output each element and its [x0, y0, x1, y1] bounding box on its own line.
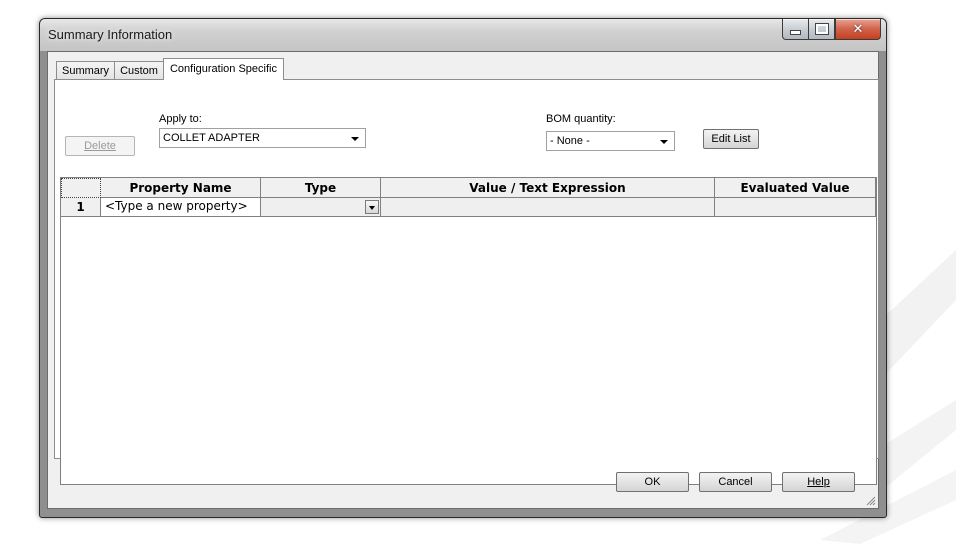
tab-custom[interactable]: Custom — [114, 61, 164, 80]
chevron-down-icon — [660, 140, 668, 144]
property-name-cell[interactable]: <Type a new property> — [101, 198, 261, 217]
cancel-button[interactable]: Cancel — [699, 472, 772, 492]
column-header-type[interactable]: Type — [261, 178, 381, 198]
minimize-button[interactable] — [782, 19, 808, 40]
ok-button-label: OK — [644, 476, 661, 488]
resize-grip-icon[interactable] — [864, 494, 876, 506]
edit-list-button[interactable]: Edit List — [703, 129, 759, 149]
evaluated-value-cell — [715, 198, 876, 217]
type-dropdown-arrow-icon[interactable] — [365, 200, 379, 214]
type-cell[interactable] — [261, 198, 381, 217]
properties-grid: Property Name Type Value / Text Expressi… — [60, 177, 877, 485]
help-button-label: Help — [807, 476, 830, 488]
title-bar[interactable]: Summary Information ✕ — [40, 19, 886, 51]
column-header-property-name[interactable]: Property Name — [101, 178, 261, 198]
bom-quantity-label: BOM quantity: — [546, 113, 616, 125]
grid-corner-cell[interactable] — [61, 178, 101, 198]
tab-configuration-specific[interactable]: Configuration Specific — [162, 58, 284, 80]
summary-information-dialog: Summary Information ✕ Summary Custom Con… — [39, 18, 887, 518]
configuration-specific-panel: Delete Apply to: COLLET ADAPTER BOM quan… — [54, 79, 879, 485]
maximize-button[interactable] — [808, 19, 835, 40]
apply-to-label: Apply to: — [159, 113, 202, 125]
tab-strip: Summary Custom Configuration Specific — [56, 58, 284, 80]
close-button[interactable]: ✕ — [835, 19, 881, 40]
window-title: Summary Information — [48, 27, 173, 42]
row-number[interactable]: 1 — [61, 198, 101, 217]
caption-buttons: ✕ — [782, 19, 881, 40]
bom-quantity-value: - None - — [550, 135, 590, 147]
column-header-evaluated-value[interactable]: Evaluated Value — [715, 178, 876, 198]
dialog-client-area: Summary Custom Configuration Specific De… — [47, 51, 879, 509]
value-text-expression-cell[interactable] — [381, 198, 715, 217]
tab-summary[interactable]: Summary — [56, 61, 116, 80]
chevron-down-icon — [351, 137, 359, 141]
edit-list-button-label: Edit List — [711, 133, 751, 145]
delete-button-label: Delete — [84, 140, 116, 152]
maximize-icon — [814, 23, 829, 35]
close-icon: ✕ — [852, 21, 864, 37]
apply-to-value: COLLET ADAPTER — [163, 132, 260, 144]
delete-button[interactable]: Delete — [65, 136, 135, 156]
column-header-value-text-expression[interactable]: Value / Text Expression — [381, 178, 715, 198]
minimize-icon — [790, 30, 801, 35]
bom-quantity-dropdown[interactable]: - None - — [546, 131, 675, 151]
help-button[interactable]: Help — [782, 472, 855, 492]
apply-to-dropdown[interactable]: COLLET ADAPTER — [159, 128, 366, 148]
cancel-button-label: Cancel — [718, 476, 753, 488]
ok-button[interactable]: OK — [616, 472, 689, 492]
